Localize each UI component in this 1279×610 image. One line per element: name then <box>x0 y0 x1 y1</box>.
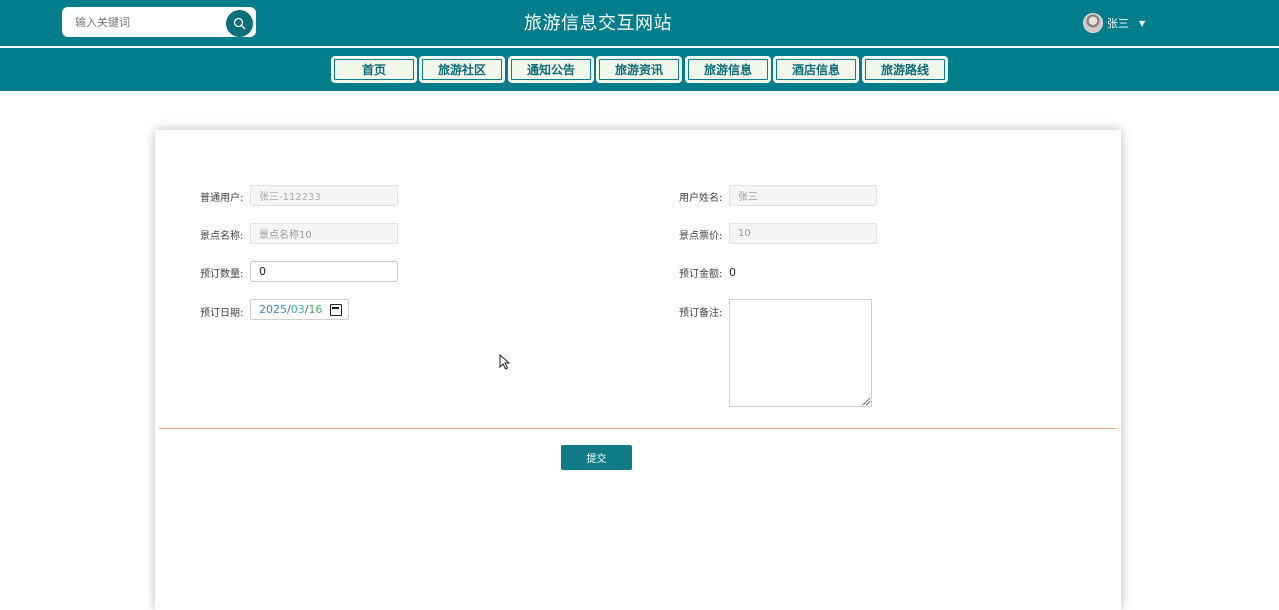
date-year: 2025 <box>259 303 287 316</box>
price-label: 景点票价: <box>679 231 723 242</box>
nav-item-label: 首页 <box>361 63 386 77</box>
nav-item-community[interactable]: 旅游社区 <box>419 56 505 83</box>
nav-item-hotels[interactable]: 酒店信息 <box>773 56 859 83</box>
nav-item-label: 旅游信息 <box>703 63 752 77</box>
avatar <box>1083 13 1103 33</box>
submit-label: 提交 <box>586 454 607 465</box>
booking-form-card: 普通用户: 张三-112233 用户姓名: 张三 景点名称: 景点名称10 景点… <box>155 130 1121 610</box>
spot-field-value: 景点名称10 <box>259 230 312 241</box>
date-day: 16 <box>308 303 323 316</box>
amount-label: 预订金额: <box>679 269 723 280</box>
quantity-input[interactable]: 0 <box>250 261 398 282</box>
price-field[interactable]: 10 <box>729 223 877 244</box>
name-field-value: 张三 <box>738 192 758 203</box>
nav-item-travel-info[interactable]: 旅游信息 <box>685 56 771 83</box>
name-label: 用户姓名: <box>679 193 723 204</box>
nav-item-home[interactable]: 首页 <box>331 56 417 83</box>
nav-item-news[interactable]: 旅游资讯 <box>596 56 682 83</box>
date-month: 03 <box>290 303 305 316</box>
nav-item-notices[interactable]: 通知公告 <box>508 56 594 83</box>
nav-item-label: 酒店信息 <box>791 63 840 77</box>
caret-down-icon: ▼ <box>1139 18 1146 28</box>
nav-item-label: 旅游资讯 <box>614 63 663 77</box>
nav-bar: 首页 旅游社区 通知公告 旅游资讯 旅游信息 酒店信息 旅游路线 <box>0 48 1279 91</box>
spot-label: 景点名称: <box>200 231 244 242</box>
user-field[interactable]: 张三-112233 <box>250 185 398 206</box>
price-field-value: 10 <box>738 228 751 239</box>
nav-item-label: 旅游路线 <box>880 63 929 77</box>
user-name: 张三 <box>1107 17 1129 30</box>
nav-item-label: 通知公告 <box>526 63 575 77</box>
amount-value: 0 <box>729 266 736 279</box>
mouse-pointer-icon <box>499 354 511 370</box>
date-input[interactable]: 2025/03/16 <box>250 299 349 320</box>
quantity-value: 0 <box>259 265 266 278</box>
spot-field[interactable]: 景点名称10 <box>250 223 398 244</box>
site-title: 旅游信息交互网站 <box>524 13 672 34</box>
form-divider <box>159 428 1117 429</box>
resize-grip-icon[interactable] <box>863 398 870 405</box>
nav-item-label: 旅游社区 <box>437 63 486 77</box>
remark-label: 预订备注: <box>679 308 723 319</box>
user-label: 普通用户: <box>200 193 244 204</box>
user-field-placeholder: 张三-112233 <box>259 192 321 203</box>
date-label: 预订日期: <box>200 308 244 319</box>
name-field[interactable]: 张三 <box>729 185 877 206</box>
calendar-icon[interactable] <box>330 304 342 316</box>
submit-button[interactable]: 提交 <box>561 445 632 470</box>
remark-textarea[interactable] <box>729 299 872 407</box>
quantity-label: 预订数量: <box>200 269 244 280</box>
user-menu[interactable]: 张三 ▼ <box>1083 13 1145 33</box>
nav-item-routes[interactable]: 旅游路线 <box>862 56 948 83</box>
top-header: 旅游信息交互网站 张三 ▼ <box>0 0 1279 46</box>
